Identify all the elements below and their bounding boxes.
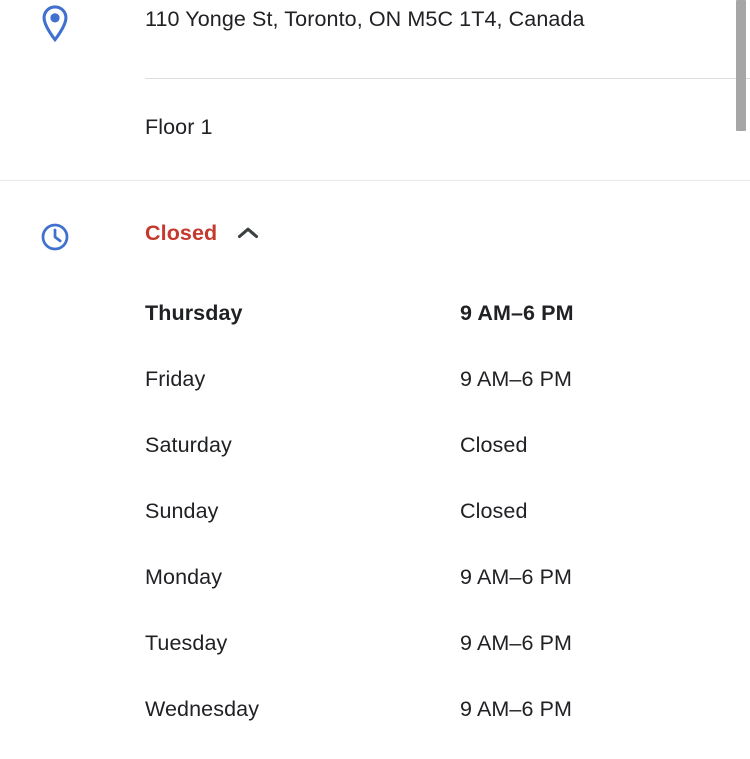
address-row[interactable]: 110 Yonge St, Toronto, ON M5C 1T4, Canad… — [0, 0, 750, 78]
hours-icon-column — [0, 206, 145, 252]
address-divider — [145, 78, 750, 79]
table-row: Tuesday 9 AM–6 PM — [145, 627, 705, 693]
day-hours: 9 AM–6 PM — [460, 697, 573, 721]
day-hours: Closed — [460, 499, 528, 523]
day-label: Tuesday — [145, 631, 228, 655]
place-info-panel: 110 Yonge St, Toronto, ON M5C 1T4, Canad… — [0, 0, 750, 737]
clock-icon — [40, 222, 70, 252]
hours-header-row[interactable]: Closed — [0, 206, 750, 268]
opening-hours-table: Thursday 9 AM–6 PM Friday 9 AM–6 PM Satu… — [145, 297, 705, 759]
table-row: Monday 9 AM–6 PM — [145, 561, 705, 627]
chevron-up-icon[interactable] — [235, 220, 261, 246]
table-row: Friday 9 AM–6 PM — [145, 363, 705, 429]
hours-status-badge: Closed — [145, 221, 218, 245]
table-row: Thursday 9 AM–6 PM — [145, 297, 705, 363]
scrollbar-thumb[interactable] — [736, 0, 746, 131]
day-label: Sunday — [145, 499, 219, 523]
day-hours: Closed — [460, 433, 528, 457]
day-hours: 9 AM–6 PM — [460, 631, 573, 655]
address-icon-column — [0, 0, 145, 43]
table-row: Wednesday 9 AM–6 PM — [145, 693, 705, 759]
day-label: Wednesday — [145, 697, 260, 721]
table-row: Sunday Closed — [145, 495, 705, 561]
address-text: 110 Yonge St, Toronto, ON M5C 1T4, Canad… — [145, 7, 585, 31]
section-divider — [0, 180, 750, 181]
table-row: Saturday Closed — [145, 429, 705, 495]
day-label: Saturday — [145, 433, 232, 457]
day-label: Thursday — [145, 301, 243, 325]
day-label: Monday — [145, 565, 223, 589]
location-pin-icon — [40, 5, 70, 43]
day-hours: 9 AM–6 PM — [460, 565, 573, 589]
hours-status-group[interactable]: Closed — [145, 206, 261, 248]
day-label: Friday — [145, 367, 206, 391]
floor-text: Floor 1 — [145, 115, 213, 139]
day-hours: 9 AM–6 PM — [460, 301, 574, 325]
vertical-scrollbar[interactable] — [735, 0, 750, 737]
day-hours: 9 AM–6 PM — [460, 367, 573, 391]
